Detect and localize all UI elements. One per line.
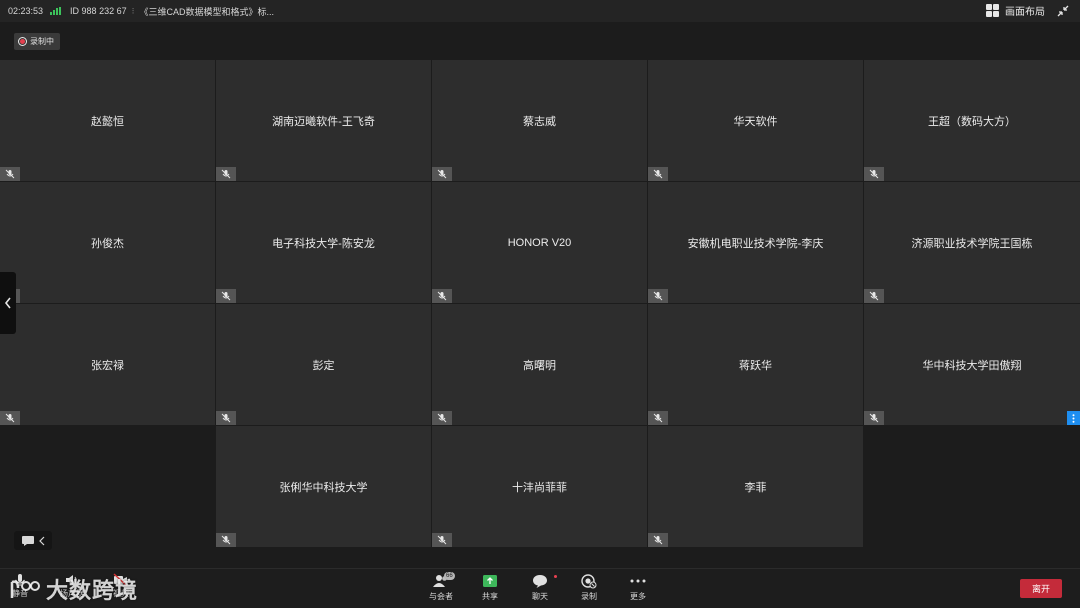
participant-tile[interactable]: HONOR V20 — [432, 182, 647, 303]
mic-muted-icon — [432, 289, 452, 303]
participants-count-badge: 66 — [444, 572, 455, 580]
participant-tile[interactable]: 蒋跃华 — [648, 304, 863, 425]
more-label: 更多 — [630, 592, 646, 601]
mic-muted-icon — [864, 411, 884, 425]
share-label: 共享 — [482, 592, 498, 601]
participant-tile[interactable]: 济源职业技术学院王国栋 — [864, 182, 1080, 303]
participant-name: 赵懿恒 — [91, 115, 124, 128]
separator: ⁝ — [131, 5, 135, 16]
mic-muted-icon — [432, 411, 452, 425]
unread-dot — [554, 575, 557, 578]
more-button[interactable]: 更多 — [613, 573, 663, 602]
participant-tile[interactable]: 湖南迈曦软件-王飞奇 — [216, 60, 431, 181]
participant-tile[interactable]: 王超（数码大方） — [864, 60, 1080, 181]
mic-muted-icon — [0, 167, 20, 181]
mic-muted-icon — [216, 533, 236, 547]
participant-name: 济源职业技术学院王国栋 — [911, 237, 1033, 250]
recording-badge[interactable]: 录制中 — [14, 33, 60, 50]
participant-name: 王超（数码大方） — [928, 115, 1016, 128]
signal-strength-icon — [50, 7, 62, 15]
top-bar: 02:23:53 ID 988 232 67 ⁝ 《三维CAD数据模型和格式》标… — [0, 0, 1080, 22]
participant-tile[interactable]: 赵懿恒 — [0, 60, 215, 181]
tile-more-options-icon[interactable] — [1067, 411, 1080, 425]
participant-name: 蒋跃华 — [739, 359, 772, 372]
mic-muted-icon — [216, 289, 236, 303]
participant-tile[interactable]: 华中科技大学田傲翔 — [864, 304, 1080, 425]
participant-tile[interactable]: 十沣尚菲菲 — [432, 426, 647, 547]
chat-bubble-icon — [22, 535, 34, 546]
meeting-timer: 02:23:53 — [8, 6, 44, 16]
share-screen-icon — [483, 575, 497, 587]
participant-name: 华中科技大学田傲翔 — [922, 359, 1022, 372]
participant-tile[interactable]: 安徽机电职业技术学院-李庆 — [648, 182, 863, 303]
chevron-left-icon — [4, 297, 11, 309]
mic-muted-icon — [432, 533, 452, 547]
participant-tile[interactable]: 华天软件 — [648, 60, 863, 181]
participants-button[interactable]: 66 与会者 — [416, 572, 466, 602]
participant-name: 孙俊杰 — [91, 237, 124, 250]
more-dots-icon — [630, 579, 646, 583]
participant-tile[interactable]: 电子科技大学-陈安龙 — [216, 182, 431, 303]
participant-tile[interactable]: 张俐华中科技大学 — [216, 426, 431, 547]
participant-name: HONOR V20 — [507, 236, 572, 249]
record-button[interactable]: 录制 — [564, 573, 614, 602]
meeting-title: 《三维CAD数据模型和格式》标... — [139, 6, 274, 17]
grid-layout-icon — [986, 4, 999, 17]
mic-muted-icon — [216, 411, 236, 425]
record-icon — [581, 574, 597, 589]
participant-name: 李菲 — [744, 481, 767, 494]
participants-label: 与会者 — [429, 592, 453, 601]
participant-name: 华天软件 — [733, 115, 778, 128]
participant-name: 张俐华中科技大学 — [279, 481, 368, 494]
participant-name: 安徽机电职业技术学院-李庆 — [687, 237, 824, 250]
mic-muted-icon — [648, 411, 668, 425]
participant-name: 高曙明 — [523, 359, 556, 372]
recording-label: 录制中 — [30, 37, 54, 46]
watermark-icon — [10, 580, 40, 598]
exit-fullscreen-icon[interactable] — [1056, 4, 1070, 18]
chevron-left-icon — [39, 536, 45, 545]
meeting-id[interactable]: ID 988 232 67 — [70, 6, 127, 16]
chat-bubble-toggle[interactable] — [14, 531, 52, 550]
mic-muted-icon — [216, 167, 236, 181]
leave-meeting-button[interactable]: 离开 — [1020, 579, 1062, 598]
participant-tile[interactable]: 李菲 — [648, 426, 863, 547]
watermark-text: 大数跨境 — [46, 578, 139, 603]
participant-name: 湖南迈曦软件-王飞奇 — [272, 115, 375, 128]
chat-label: 聊天 — [532, 592, 548, 601]
participant-tile[interactable]: 蔡志威 — [432, 60, 647, 181]
layout-label: 画面布局 — [1005, 7, 1045, 18]
mic-muted-icon — [864, 167, 884, 181]
bottom-toolbar: 静音 扬声器 视频 66 与会者 共享 聊天 录制 更多 离开 — [0, 568, 1080, 608]
participant-tile[interactable]: 张宏禄 — [0, 304, 215, 425]
chat-button[interactable]: 聊天 — [515, 573, 565, 602]
participant-tile[interactable]: 彭定 — [216, 304, 431, 425]
participant-name: 彭定 — [312, 359, 335, 372]
record-indicator-icon — [18, 37, 27, 46]
participant-name: 电子科技大学-陈安龙 — [272, 237, 375, 250]
mic-muted-icon — [432, 167, 452, 181]
watermark-logo: 大数跨境 — [8, 573, 138, 605]
participant-name: 十沣尚菲菲 — [512, 481, 567, 494]
video-grid: 赵懿恒 湖南迈曦软件-王飞奇 蔡志威 华天软件 王超（数码大方） 孙俊杰 电子科… — [0, 60, 1080, 548]
participant-tile[interactable]: 孙俊杰 — [0, 182, 215, 303]
chat-icon — [533, 575, 547, 588]
mic-muted-icon — [648, 167, 668, 181]
mic-muted-icon — [864, 289, 884, 303]
participant-name: 张宏禄 — [91, 359, 124, 372]
record-label: 录制 — [581, 592, 597, 601]
layout-button[interactable]: 画面布局 — [986, 3, 1045, 18]
participant-tile[interactable]: 高曙明 — [432, 304, 647, 425]
mic-muted-icon — [648, 533, 668, 547]
mic-muted-icon — [0, 411, 20, 425]
share-button[interactable]: 共享 — [465, 573, 515, 602]
participant-name: 蔡志威 — [523, 115, 556, 128]
side-panel-toggle[interactable] — [0, 272, 16, 334]
mic-muted-icon — [648, 289, 668, 303]
